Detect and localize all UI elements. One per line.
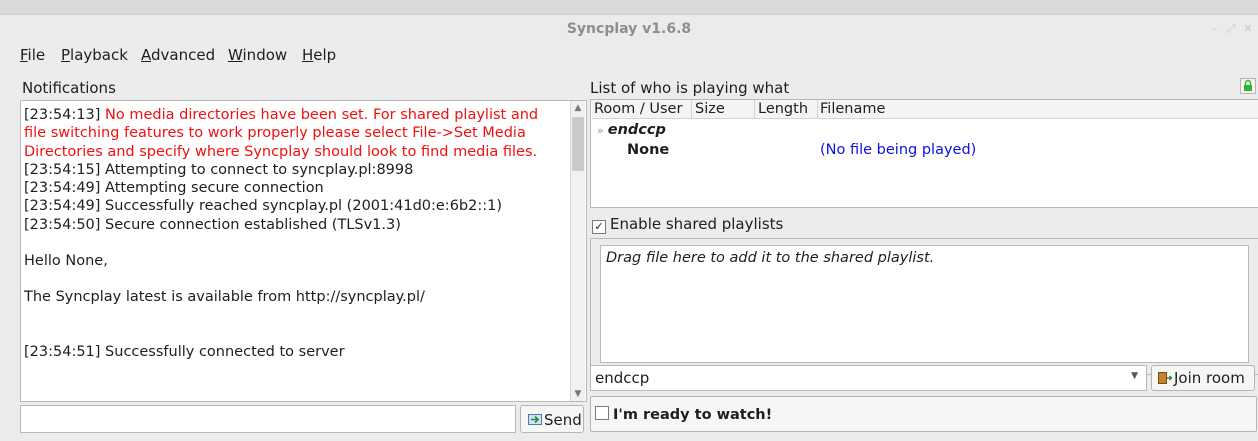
user-file: (No file being played) bbox=[820, 142, 977, 158]
playing-list-title: List of who is playing what bbox=[590, 79, 790, 97]
shared-playlist-label: Enable shared playlists bbox=[610, 215, 784, 233]
room-combobox[interactable]: endccp ▼ bbox=[590, 365, 1147, 391]
shared-playlist-placeholder: Drag file here to add it to the shared p… bbox=[606, 250, 935, 266]
log-line: [23:54:51] Successfully connected to ser… bbox=[24, 343, 345, 360]
column-room-user[interactable]: Room / User bbox=[594, 100, 682, 118]
send-button-label: Send bbox=[544, 411, 582, 429]
ready-label: I'm ready to watch! bbox=[613, 407, 773, 423]
title-bar: Syncplay v1.6.8 – ⤢ ✕ bbox=[0, 15, 1258, 44]
log-line: The Syncplay latest is available from ht… bbox=[24, 289, 425, 306]
notifications-title: Notifications bbox=[22, 79, 116, 97]
room-combobox-value: endccp bbox=[595, 369, 650, 387]
log-line: [23:54:13] No media directories have bee… bbox=[24, 107, 539, 123]
send-button[interactable]: Send bbox=[520, 405, 584, 433]
lock-icon[interactable] bbox=[1240, 78, 1256, 94]
chevron-down-icon[interactable]: ▼ bbox=[1131, 371, 1138, 381]
scroll-up-icon[interactable]: ▲ bbox=[571, 101, 585, 115]
join-room-label: Join room bbox=[1174, 369, 1245, 387]
join-room-button[interactable]: Join room bbox=[1151, 365, 1255, 391]
scroll-down-icon[interactable]: ▼ bbox=[571, 387, 585, 401]
log-line: [23:54:49] Successfully reached syncplay… bbox=[24, 198, 503, 215]
menu-advanced[interactable]: Advanced bbox=[141, 46, 215, 64]
door-icon bbox=[1158, 372, 1172, 384]
close-icon[interactable]: ✕ bbox=[1242, 23, 1254, 35]
shared-playlist-frame: Drag file here to add it to the shared p… bbox=[590, 238, 1258, 375]
menu-help[interactable]: Help bbox=[302, 46, 336, 64]
minimize-icon[interactable]: – bbox=[1208, 23, 1220, 35]
playing-list-panel[interactable]: Room / User Size Length Filename » endccp… bbox=[590, 99, 1258, 208]
shared-playlist-checkbox[interactable]: ✓ bbox=[592, 220, 606, 234]
expand-icon[interactable]: » bbox=[597, 124, 604, 137]
user-name[interactable]: None bbox=[627, 142, 669, 158]
log-line: file switching features to work properly… bbox=[24, 125, 526, 142]
notifications-log[interactable]: [23:54:13] No media directories have bee… bbox=[21, 102, 569, 400]
log-line: Hello None, bbox=[24, 253, 108, 270]
playing-list-header: Room / User Size Length Filename bbox=[592, 100, 1258, 119]
column-size[interactable]: Size bbox=[695, 100, 725, 118]
column-filename[interactable]: Filename bbox=[820, 100, 885, 118]
room-name: endccp bbox=[607, 122, 666, 138]
syncplay-window: Syncplay v1.6.8 – ⤢ ✕ File Playback Adva… bbox=[0, 14, 1258, 441]
scrollbar-thumb[interactable] bbox=[572, 117, 584, 171]
room-row[interactable]: » endccp bbox=[597, 122, 666, 138]
menu-bar: File Playback Advanced Window Help bbox=[0, 44, 1258, 68]
menu-window[interactable]: Window bbox=[228, 46, 287, 64]
notifications-scrollbar[interactable]: ▲ ▼ bbox=[570, 101, 585, 401]
log-line: Directories and specify where Syncplay s… bbox=[24, 143, 538, 160]
maximize-icon[interactable]: ⤢ bbox=[1225, 23, 1237, 35]
log-line: [23:54:15] Attempting to connect to sync… bbox=[24, 161, 414, 178]
log-line: [23:54:49] Attempting secure connection bbox=[24, 180, 324, 197]
shared-playlist-dropzone[interactable]: Drag file here to add it to the shared p… bbox=[600, 245, 1249, 363]
ready-toggle[interactable]: I'm ready to watch! bbox=[590, 396, 1257, 432]
log-line: [23:54:50] Secure connection established… bbox=[24, 216, 401, 233]
chat-input[interactable] bbox=[20, 405, 516, 433]
column-length[interactable]: Length bbox=[758, 100, 808, 118]
menu-playback[interactable]: Playback bbox=[61, 46, 128, 64]
menu-file[interactable]: File bbox=[20, 46, 45, 64]
shared-playlist-toggle[interactable]: ✓ Enable shared playlists bbox=[592, 215, 783, 234]
window-title: Syncplay v1.6.8 bbox=[566, 21, 692, 37]
send-icon bbox=[528, 414, 542, 425]
ready-checkbox[interactable] bbox=[595, 406, 609, 420]
